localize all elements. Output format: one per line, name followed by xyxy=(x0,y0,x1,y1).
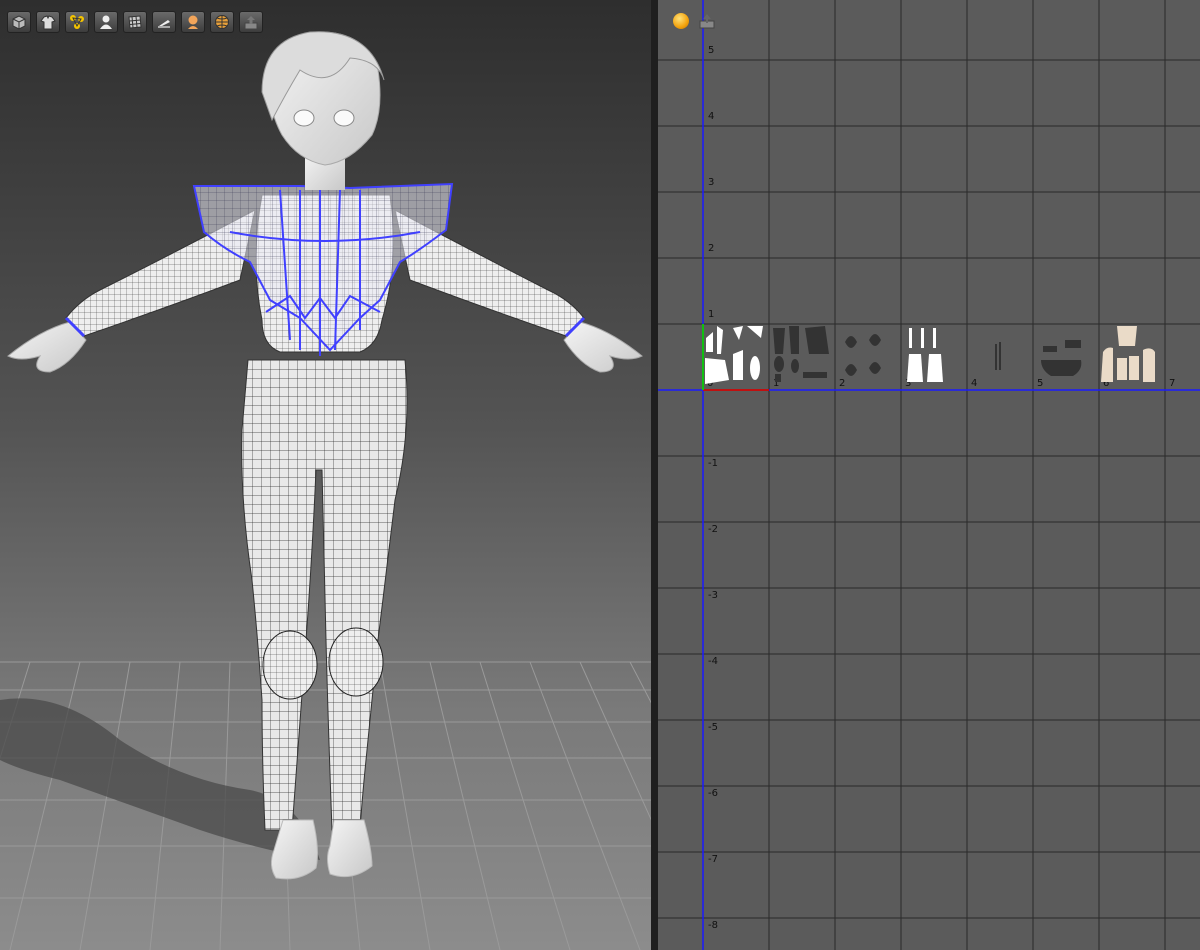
export-button[interactable] xyxy=(239,11,263,33)
uv-y-tick-label: -4 xyxy=(708,656,718,667)
garment-button[interactable] xyxy=(36,11,60,33)
uv-x-tick-label: 2 xyxy=(839,378,845,389)
head-button[interactable] xyxy=(181,11,205,33)
uv-tile-2-islands[interactable] xyxy=(845,334,881,376)
uv-tile-4-islands[interactable] xyxy=(995,342,1001,370)
garment-icon xyxy=(40,15,56,30)
uv-y-tick-label: 4 xyxy=(708,111,714,122)
globe-grid-icon xyxy=(215,15,229,29)
uv-y-tick-label: -3 xyxy=(708,590,718,601)
left-hand xyxy=(7,321,87,373)
viewport-3d[interactable] xyxy=(0,0,651,950)
uv-y-tick-label: 3 xyxy=(708,177,714,188)
pattern-grid-icon xyxy=(128,15,142,29)
uv-y-tick-label: -2 xyxy=(708,524,718,535)
uv-editor-panel[interactable]: 5 4 3 2 1 -1 -2 -3 -4 -5 -6 -7 -8 0 1 2 3 4 5 6 7 xyxy=(658,0,1200,950)
uv-tile-5-islands[interactable] xyxy=(1041,340,1082,376)
user-avatar-button[interactable] xyxy=(94,11,118,33)
orange-dot-icon[interactable] xyxy=(673,13,689,29)
globe-grid-button[interactable] xyxy=(210,11,234,33)
export-icon xyxy=(244,16,258,30)
uv-tile-6-islands[interactable] xyxy=(1101,326,1155,382)
uv-y-tick-label: -5 xyxy=(708,722,718,733)
uv-y-tick-label: 5 xyxy=(708,45,714,56)
viewport-toolbar xyxy=(7,11,263,33)
legs-mesh xyxy=(241,359,408,831)
nodes-button[interactable] xyxy=(65,11,89,33)
viewport-scene xyxy=(0,31,651,950)
user-avatar-icon xyxy=(100,15,112,29)
uv-tile-0-islands[interactable] xyxy=(705,326,763,384)
uv-y-tick-label: -1 xyxy=(708,458,718,469)
uv-y-tick-label: -6 xyxy=(708,788,718,799)
uv-tile-1-islands[interactable] xyxy=(773,326,829,382)
floor-grid xyxy=(0,661,651,950)
uv-y-tick-label: 1 xyxy=(708,309,714,320)
pattern-grid-button[interactable] xyxy=(123,11,147,33)
uv-x-tick-label: 4 xyxy=(971,378,977,389)
export-icon[interactable] xyxy=(697,11,717,31)
shelf-icon xyxy=(158,20,170,28)
uv-toolbar xyxy=(673,11,717,31)
right-shoe xyxy=(327,819,373,878)
right-hand xyxy=(563,321,643,373)
shelf-button[interactable] xyxy=(152,11,176,33)
uv-x-tick-label: 5 xyxy=(1037,378,1043,389)
box-icon xyxy=(12,15,26,30)
head-icon xyxy=(188,15,198,29)
nodes-icon xyxy=(70,15,84,29)
uv-tile-3-islands[interactable] xyxy=(907,328,943,382)
box-button[interactable] xyxy=(7,11,31,33)
uv-x-tick-label: 7 xyxy=(1169,378,1175,389)
uv-y-tick-label: 2 xyxy=(708,243,714,254)
panel-divider[interactable] xyxy=(651,0,658,950)
uv-y-tick-label: -7 xyxy=(708,854,718,865)
uv-grid: 54321-1-2-3-4-5-6-7-80 1 2 3 4 5 6 7 xyxy=(658,0,1200,950)
uv-y-tick-label: -8 xyxy=(708,920,718,931)
